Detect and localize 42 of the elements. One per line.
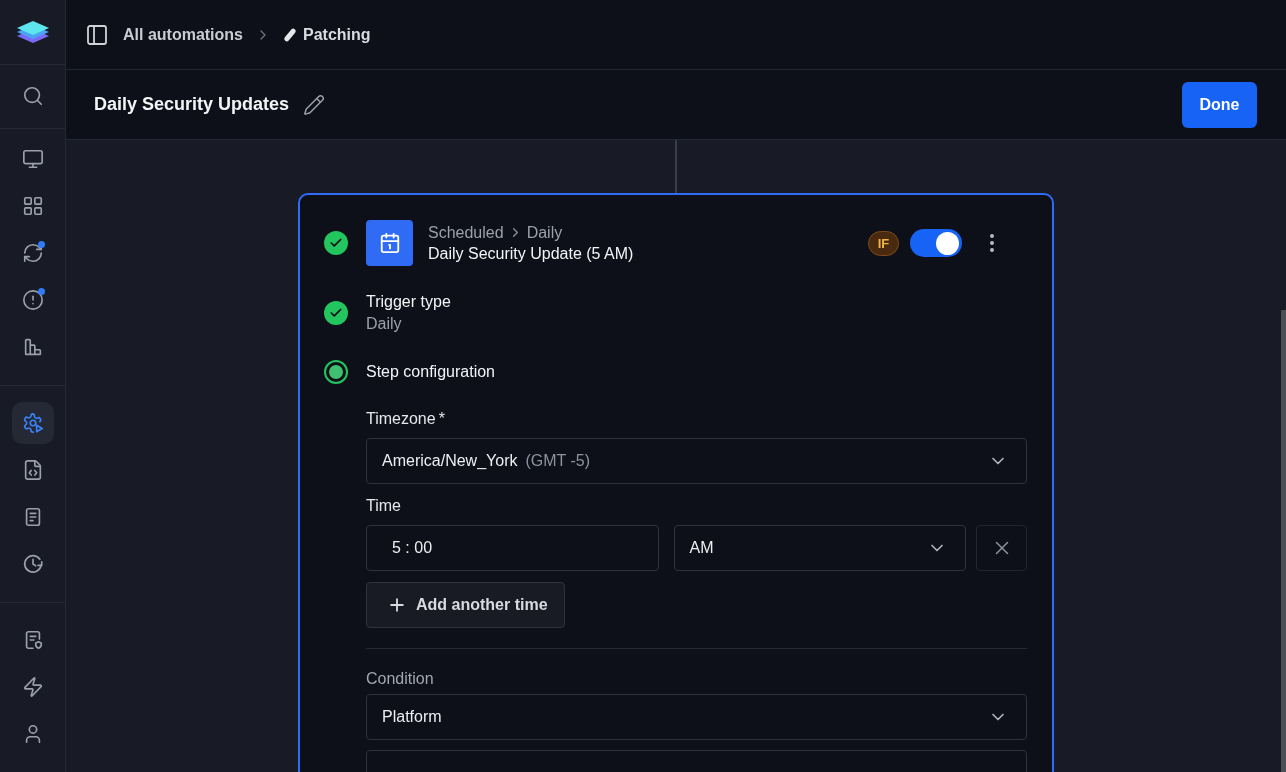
time-input[interactable]: 5 : 00: [366, 525, 659, 571]
more-menu-button[interactable]: [990, 234, 994, 252]
clock-arrow-icon: [21, 553, 44, 575]
grid-icon: [21, 195, 44, 217]
trigger-card[interactable]: Scheduled Daily Daily Security Update (5 AM) IF Trigger type Daily Step configuration Timezone * America/New_York (GMT -5) Time 5 : 00 AM Add another time Condition Platform: [298, 193, 1054, 772]
sidebar-toggle-button[interactable]: [85, 22, 109, 47]
connector-line: [675, 140, 677, 193]
step-title: Step configuration: [366, 362, 495, 382]
trigger-title: Daily Security Update (5 AM): [428, 244, 634, 263]
condition-select[interactable]: Platform: [366, 694, 1027, 740]
monitor-icon: [21, 148, 44, 170]
done-button[interactable]: Done: [1182, 81, 1257, 128]
lightning-icon: [21, 676, 44, 698]
timezone-select[interactable]: America/New_York (GMT -5): [366, 438, 1027, 484]
gear-play-nav-button[interactable]: [11, 402, 54, 444]
plus-icon: [387, 595, 407, 615]
kebab-icon: [990, 234, 994, 252]
page-title: Daily Security Updates: [94, 94, 290, 115]
period-select[interactable]: AM: [673, 525, 966, 571]
panel-icon: [85, 22, 109, 47]
calendar-icon: [366, 220, 413, 266]
sync-icon: [21, 242, 44, 264]
remove-time-button[interactable]: [976, 525, 1027, 571]
field-label: Timezone: [366, 409, 436, 429]
field-label: Time: [366, 496, 401, 516]
trigger-breadcrumb: Scheduled: [428, 223, 504, 242]
step-title: Trigger type: [366, 292, 451, 312]
breadcrumb-current: Patching: [303, 25, 371, 44]
trigger-breadcrumb: Daily: [526, 223, 563, 242]
pencil-icon: [303, 93, 326, 116]
breadcrumb-link[interactable]: All automations: [123, 25, 243, 44]
field-label: Condition: [366, 669, 434, 689]
gear-play-icon: [21, 412, 44, 434]
stacked-layers-logo-icon: [15, 18, 50, 45]
step-value: Daily: [366, 314, 403, 334]
alert-icon: [21, 289, 44, 311]
required-mark: *: [438, 409, 445, 429]
search-icon: [21, 85, 44, 108]
add-time-button[interactable]: Add another time: [366, 582, 565, 628]
enable-toggle[interactable]: [910, 229, 962, 257]
edit-title-button[interactable]: [303, 93, 326, 116]
condition-badge: IF: [868, 230, 899, 256]
